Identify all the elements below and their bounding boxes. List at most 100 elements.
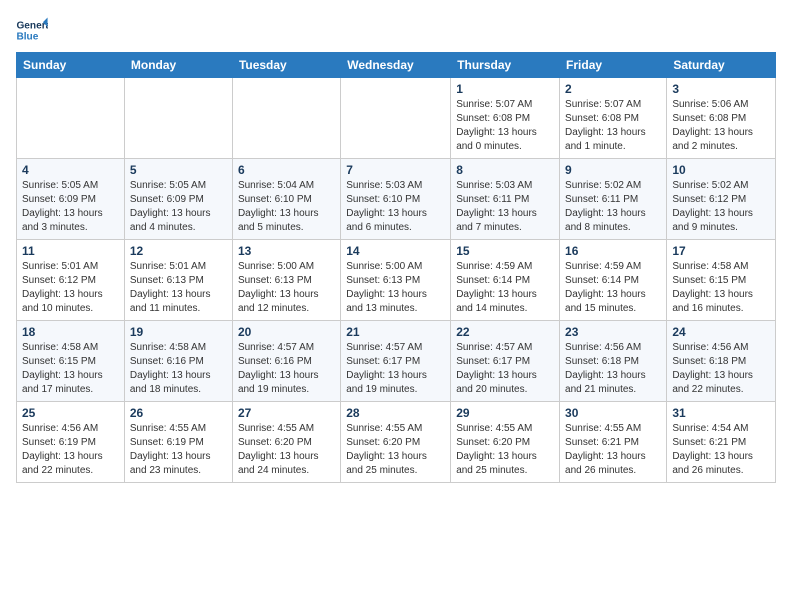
calendar-cell: 12Sunrise: 5:01 AM Sunset: 6:13 PM Dayli… (124, 240, 232, 321)
day-number: 21 (346, 325, 445, 339)
calendar-cell: 20 Sunrise: 4:57 AM Sunset: 6:16 PM Dayli… (232, 321, 340, 402)
day-info: Sunrise: 4:58 AM Sunset: 6:15 PM Dayligh… (22, 341, 119, 397)
day-info: Sunrise: 4:56 AM Sunset: 6:18 PM Dayligh… (672, 341, 770, 397)
weekday-header-monday: Monday (124, 53, 232, 78)
weekday-header-saturday: Saturday (667, 53, 776, 78)
calendar-cell: 22 Sunrise: 4:57 AM Sunset: 6:17 PM Dayli… (451, 321, 560, 402)
day-number: 3 (672, 82, 770, 96)
day-number: 5 (130, 163, 227, 177)
calendar-cell (341, 78, 451, 159)
calendar-cell: 8 Sunrise: 5:03 AM Sunset: 6:11 PM Daylig… (451, 159, 560, 240)
day-info: Sunrise: 4:57 AM Sunset: 6:16 PM Dayligh… (238, 341, 335, 397)
day-info: Sunrise: 4:55 AM Sunset: 6:20 PM Dayligh… (456, 422, 554, 478)
day-number: 14 (346, 244, 445, 258)
calendar-cell: 26 Sunrise: 4:55 AM Sunset: 6:19 PM Dayli… (124, 402, 232, 483)
calendar-week-3: 11Sunrise: 5:01 AM Sunset: 6:12 PM Dayli… (17, 240, 776, 321)
calendar-week-4: 18 Sunrise: 4:58 AM Sunset: 6:15 PM Dayli… (17, 321, 776, 402)
logo: General Blue (16, 16, 48, 44)
calendar-week-5: 25Sunrise: 4:56 AM Sunset: 6:19 PM Dayli… (17, 402, 776, 483)
day-number: 15 (456, 244, 554, 258)
calendar-cell: 21 Sunrise: 4:57 AM Sunset: 6:17 PM Dayli… (341, 321, 451, 402)
calendar-cell: 24 Sunrise: 4:56 AM Sunset: 6:18 PM Dayli… (667, 321, 776, 402)
day-info: Sunrise: 5:07 AM Sunset: 6:08 PM Dayligh… (565, 98, 661, 154)
day-number: 6 (238, 163, 335, 177)
day-info: Sunrise: 4:57 AM Sunset: 6:17 PM Dayligh… (456, 341, 554, 397)
day-number: 31 (672, 406, 770, 420)
calendar-cell: 18 Sunrise: 4:58 AM Sunset: 6:15 PM Dayli… (17, 321, 125, 402)
day-info: Sunrise: 5:03 AM Sunset: 6:10 PM Dayligh… (346, 179, 445, 235)
calendar-cell: 29 Sunrise: 4:55 AM Sunset: 6:20 PM Dayli… (451, 402, 560, 483)
day-number: 4 (22, 163, 119, 177)
day-info: Sunrise: 4:55 AM Sunset: 6:19 PM Dayligh… (130, 422, 227, 478)
calendar-cell: 1 Sunrise: 5:07 AM Sunset: 6:08 PM Daylig… (451, 78, 560, 159)
weekday-header-thursday: Thursday (451, 53, 560, 78)
day-number: 8 (456, 163, 554, 177)
day-number: 9 (565, 163, 661, 177)
calendar-cell: 9 Sunrise: 5:02 AM Sunset: 6:11 PM Daylig… (560, 159, 667, 240)
calendar-cell: 4 Sunrise: 5:05 AM Sunset: 6:09 PM Daylig… (17, 159, 125, 240)
day-number: 10 (672, 163, 770, 177)
day-number: 23 (565, 325, 661, 339)
day-number: 20 (238, 325, 335, 339)
calendar-cell: 13 Sunrise: 5:00 AM Sunset: 6:13 PM Dayli… (232, 240, 340, 321)
day-number: 29 (456, 406, 554, 420)
day-number: 26 (130, 406, 227, 420)
day-info: Sunrise: 4:57 AM Sunset: 6:17 PM Dayligh… (346, 341, 445, 397)
day-info: Sunrise: 4:54 AM Sunset: 6:21 PM Dayligh… (672, 422, 770, 478)
calendar-table: SundayMondayTuesdayWednesdayThursdayFrid… (16, 52, 776, 483)
day-info: Sunrise: 5:05 AM Sunset: 6:09 PM Dayligh… (22, 179, 119, 235)
calendar-cell: 27 Sunrise: 4:55 AM Sunset: 6:20 PM Dayli… (232, 402, 340, 483)
day-info: Sunrise: 5:02 AM Sunset: 6:11 PM Dayligh… (565, 179, 661, 235)
day-number: 1 (456, 82, 554, 96)
day-number: 28 (346, 406, 445, 420)
weekday-header-sunday: Sunday (17, 53, 125, 78)
day-info: Sunrise: 4:55 AM Sunset: 6:21 PM Dayligh… (565, 422, 661, 478)
day-number: 13 (238, 244, 335, 258)
calendar-cell: 14 Sunrise: 5:00 AM Sunset: 6:13 PM Dayli… (341, 240, 451, 321)
day-number: 17 (672, 244, 770, 258)
day-info: Sunrise: 5:06 AM Sunset: 6:08 PM Dayligh… (672, 98, 770, 154)
day-number: 24 (672, 325, 770, 339)
day-number: 27 (238, 406, 335, 420)
svg-text:Blue: Blue (16, 31, 38, 42)
day-info: Sunrise: 5:07 AM Sunset: 6:08 PM Dayligh… (456, 98, 554, 154)
calendar-cell: 2 Sunrise: 5:07 AM Sunset: 6:08 PM Daylig… (560, 78, 667, 159)
day-info: Sunrise: 4:56 AM Sunset: 6:18 PM Dayligh… (565, 341, 661, 397)
day-number: 30 (565, 406, 661, 420)
calendar-cell (232, 78, 340, 159)
day-info: Sunrise: 4:59 AM Sunset: 6:14 PM Dayligh… (456, 260, 554, 316)
calendar-cell: 5 Sunrise: 5:05 AM Sunset: 6:09 PM Daylig… (124, 159, 232, 240)
weekday-header-tuesday: Tuesday (232, 53, 340, 78)
weekday-header-friday: Friday (560, 53, 667, 78)
calendar-cell: 30 Sunrise: 4:55 AM Sunset: 6:21 PM Dayli… (560, 402, 667, 483)
weekday-header-wednesday: Wednesday (341, 53, 451, 78)
day-info: Sunrise: 4:59 AM Sunset: 6:14 PM Dayligh… (565, 260, 661, 316)
calendar-cell (17, 78, 125, 159)
day-info: Sunrise: 4:58 AM Sunset: 6:15 PM Dayligh… (672, 260, 770, 316)
day-info: Sunrise: 4:55 AM Sunset: 6:20 PM Dayligh… (238, 422, 335, 478)
day-info: Sunrise: 5:02 AM Sunset: 6:12 PM Dayligh… (672, 179, 770, 235)
calendar-cell: 16Sunrise: 4:59 AM Sunset: 6:14 PM Dayli… (560, 240, 667, 321)
day-info: Sunrise: 5:03 AM Sunset: 6:11 PM Dayligh… (456, 179, 554, 235)
calendar-cell (124, 78, 232, 159)
calendar-cell: 17 Sunrise: 4:58 AM Sunset: 6:15 PM Dayli… (667, 240, 776, 321)
day-number: 11 (22, 244, 119, 258)
day-number: 7 (346, 163, 445, 177)
day-number: 18 (22, 325, 119, 339)
day-info: Sunrise: 4:55 AM Sunset: 6:20 PM Dayligh… (346, 422, 445, 478)
calendar-cell: 25Sunrise: 4:56 AM Sunset: 6:19 PM Dayli… (17, 402, 125, 483)
calendar-cell: 23 Sunrise: 4:56 AM Sunset: 6:18 PM Dayli… (560, 321, 667, 402)
day-number: 2 (565, 82, 661, 96)
day-info: Sunrise: 5:01 AM Sunset: 6:13 PM Dayligh… (130, 260, 227, 316)
calendar-cell: 7 Sunrise: 5:03 AM Sunset: 6:10 PM Daylig… (341, 159, 451, 240)
day-info: Sunrise: 5:05 AM Sunset: 6:09 PM Dayligh… (130, 179, 227, 235)
page-header: General Blue (16, 16, 776, 44)
day-info: Sunrise: 5:00 AM Sunset: 6:13 PM Dayligh… (238, 260, 335, 316)
calendar-cell: 6Sunrise: 5:04 AM Sunset: 6:10 PM Daylig… (232, 159, 340, 240)
calendar-cell: 31 Sunrise: 4:54 AM Sunset: 6:21 PM Dayli… (667, 402, 776, 483)
day-number: 22 (456, 325, 554, 339)
day-info: Sunrise: 5:00 AM Sunset: 6:13 PM Dayligh… (346, 260, 445, 316)
day-number: 19 (130, 325, 227, 339)
day-number: 25 (22, 406, 119, 420)
calendar-week-2: 4 Sunrise: 5:05 AM Sunset: 6:09 PM Daylig… (17, 159, 776, 240)
